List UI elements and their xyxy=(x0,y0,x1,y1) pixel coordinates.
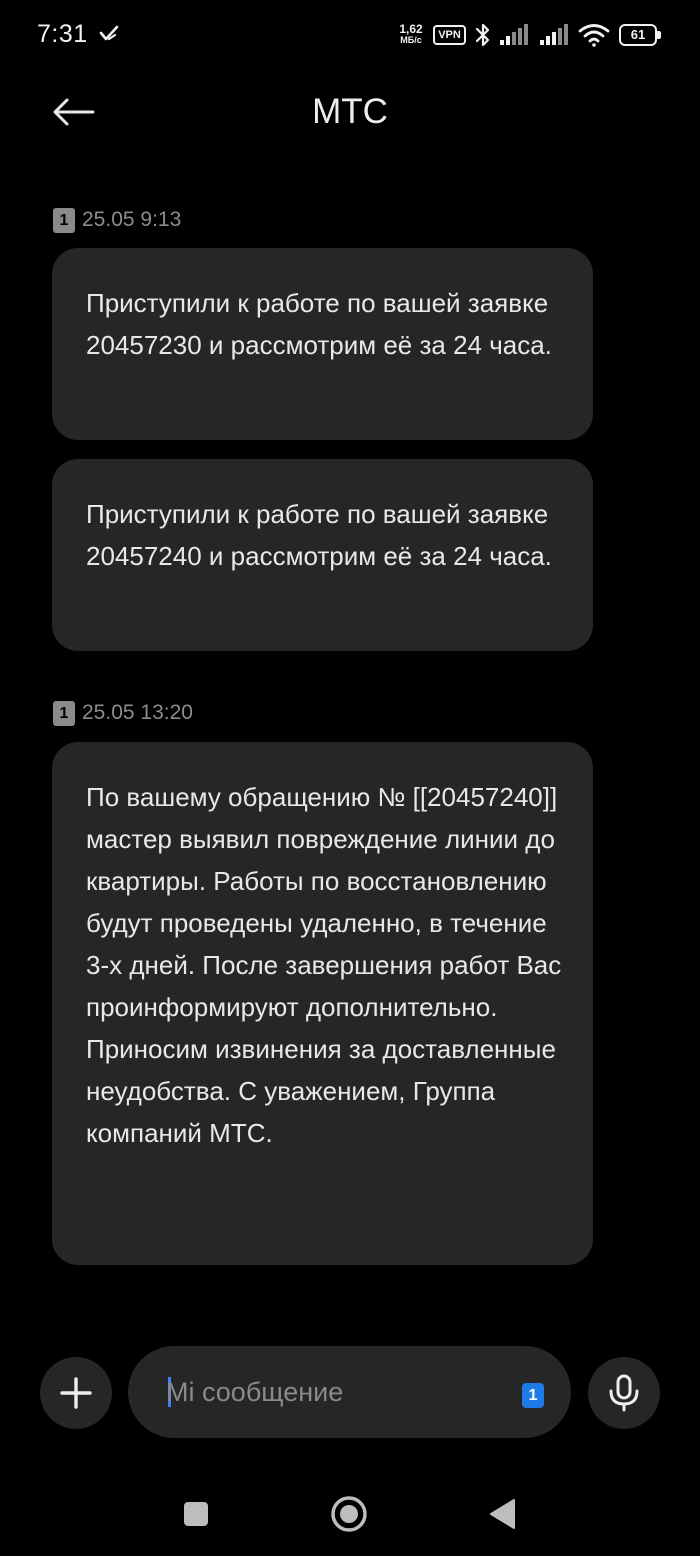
message-timestamp: 1 25.05 9:13 xyxy=(53,207,181,233)
network-speed-unit: МБ/с xyxy=(400,35,422,45)
nav-recents-button[interactable] xyxy=(170,1488,222,1540)
message-bubble[interactable]: По вашему обращению № [[20457240]] масте… xyxy=(52,742,593,1265)
sim-badge: 1 xyxy=(53,207,75,233)
check-mark-icon xyxy=(99,25,119,41)
message-input[interactable] xyxy=(166,1346,496,1438)
plus-icon xyxy=(60,1377,92,1409)
status-bar: 7:31 1,62 МБ/с VPN 61 xyxy=(0,0,700,70)
timestamp-text: 25.05 9:13 xyxy=(82,208,182,231)
wifi-icon xyxy=(578,24,610,47)
square-icon xyxy=(184,1502,208,1526)
nav-home-button[interactable] xyxy=(323,1488,375,1540)
conversation-title: МТС xyxy=(312,92,388,131)
nav-back-button[interactable] xyxy=(476,1488,528,1540)
bluetooth-icon xyxy=(475,23,490,47)
circle-icon xyxy=(331,1496,367,1532)
message-input-box[interactable]: 1 xyxy=(128,1346,571,1438)
messages-screen: 7:31 1,62 МБ/с VPN 61 МТС 1 25.05 9:13 П… xyxy=(0,0,700,1556)
battery-icon: 61 xyxy=(619,24,661,46)
microphone-icon xyxy=(609,1374,639,1412)
sim-badge: 1 xyxy=(53,700,75,726)
signal-strength-icon-2 xyxy=(540,24,568,45)
status-time: 7:31 xyxy=(37,20,88,48)
add-attachment-button[interactable] xyxy=(40,1357,112,1429)
battery-level: 61 xyxy=(619,24,657,46)
timestamp-text: 25.05 13:20 xyxy=(82,701,193,724)
signal-strength-icon-1 xyxy=(500,24,528,45)
network-speed: 1,62 МБ/с xyxy=(394,22,428,46)
message-bubble[interactable]: Приступили к работе по вашей заявке 2045… xyxy=(52,459,593,651)
message-timestamp: 1 25.05 13:20 xyxy=(53,700,193,726)
message-bubble[interactable]: Приступили к работе по вашей заявке 2045… xyxy=(52,248,593,440)
sim-select-button[interactable]: 1 xyxy=(522,1383,544,1408)
vpn-icon: VPN xyxy=(433,25,466,45)
voice-message-button[interactable] xyxy=(588,1357,660,1429)
network-speed-value: 1,62 xyxy=(399,22,423,36)
triangle-back-icon xyxy=(490,1499,515,1529)
